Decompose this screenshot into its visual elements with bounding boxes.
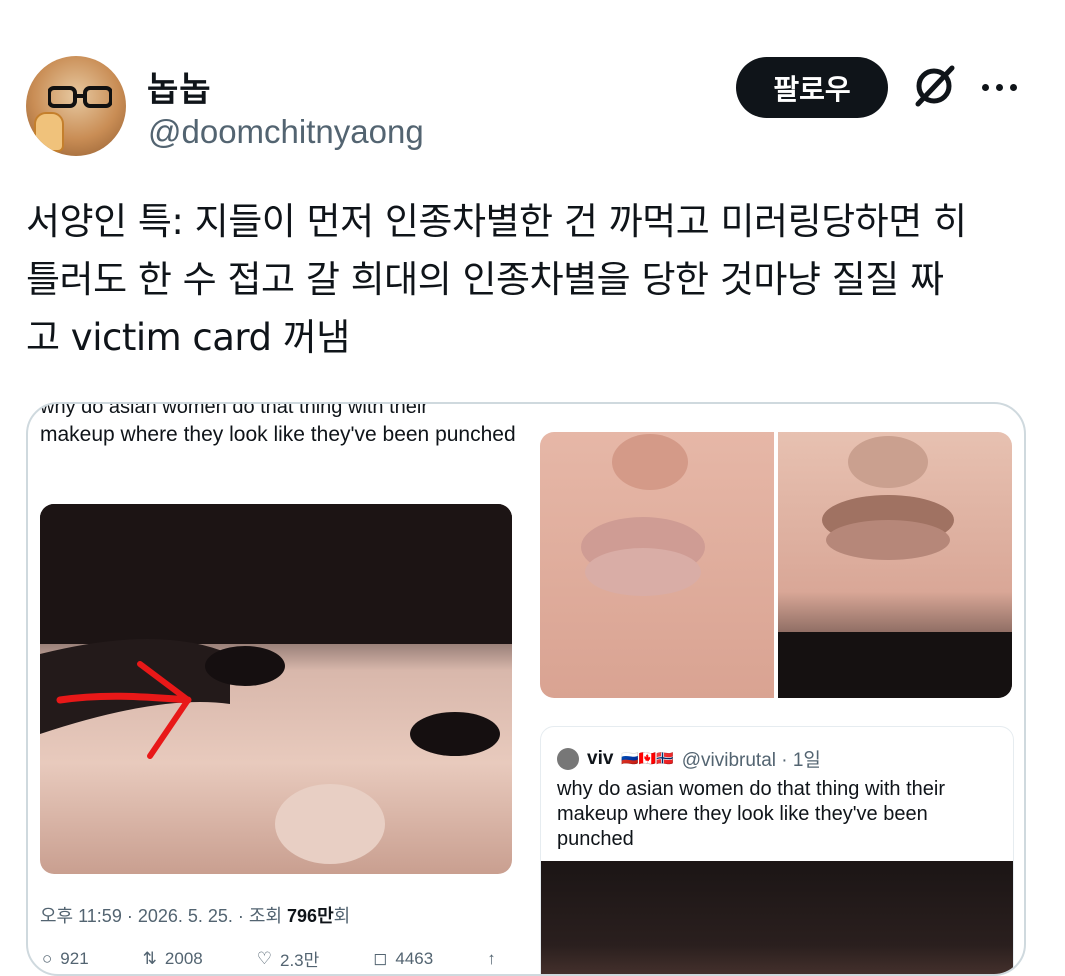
embedded-tweet-text: makeup where they look like they've been… (40, 423, 516, 446)
face-photo (40, 504, 512, 874)
bookmark-stat: ◻ 4463 (373, 948, 434, 968)
lips-photo-right (778, 432, 1012, 698)
embedded-stats: ○ 921 ⇅ 2008 ♡ 2.3만 ◻ 4463 ↑ (42, 946, 496, 971)
quote-author-handle: @vivibrutal · 1일 (681, 750, 821, 771)
heart-icon: ♡ (256, 948, 272, 968)
quote-photo (541, 861, 1013, 974)
author-name[interactable]: 놉놉 (147, 62, 212, 111)
retweet-icon: ⇅ (142, 948, 157, 968)
like-stat: ♡ 2.3만 (256, 948, 320, 971)
quote-author-name: viv (587, 747, 614, 769)
reply-stat: ○ 921 (42, 948, 89, 968)
media-image[interactable]: why do asian women do that thing with th… (26, 402, 1026, 976)
embedded-meta: 오후 11:59 · 2026. 5. 25. · 조회 796만회 (40, 906, 351, 926)
share-stat: ↑ (487, 946, 496, 971)
avatar[interactable] (26, 56, 126, 156)
bookmark-icon: ◻ (373, 948, 388, 968)
share-icon: ↑ (487, 948, 496, 968)
quoted-tweet[interactable]: viv 🇷🇺🇨🇦🇳🇴 @vivibrutal · 1일 why do asian… (540, 726, 1014, 974)
reply-icon: ○ (42, 948, 53, 968)
pointing-finger-icon (34, 112, 64, 152)
lips-photo-left (540, 432, 774, 698)
retweet-stat: ⇅ 2008 (142, 948, 203, 968)
grok-icon[interactable] (910, 62, 958, 110)
tweet-text: 서양인 특: 지들이 먼저 인종차별한 건 까먹고 미러링당하면 히 틀러도 한… (26, 200, 967, 359)
cut-off-text: why do asian women do that thing with th… (40, 402, 428, 418)
quote-avatar (557, 747, 579, 770)
flag-icons: 🇷🇺🇨🇦🇳🇴 (621, 750, 674, 766)
quote-text: why do asian women do that thing with th… (557, 778, 945, 850)
author-handle[interactable]: @doomchitnyaong (148, 113, 424, 151)
glasses-icon (48, 86, 112, 108)
more-options-icon[interactable] (982, 80, 1022, 94)
follow-button[interactable]: 팔로우 (736, 57, 888, 118)
